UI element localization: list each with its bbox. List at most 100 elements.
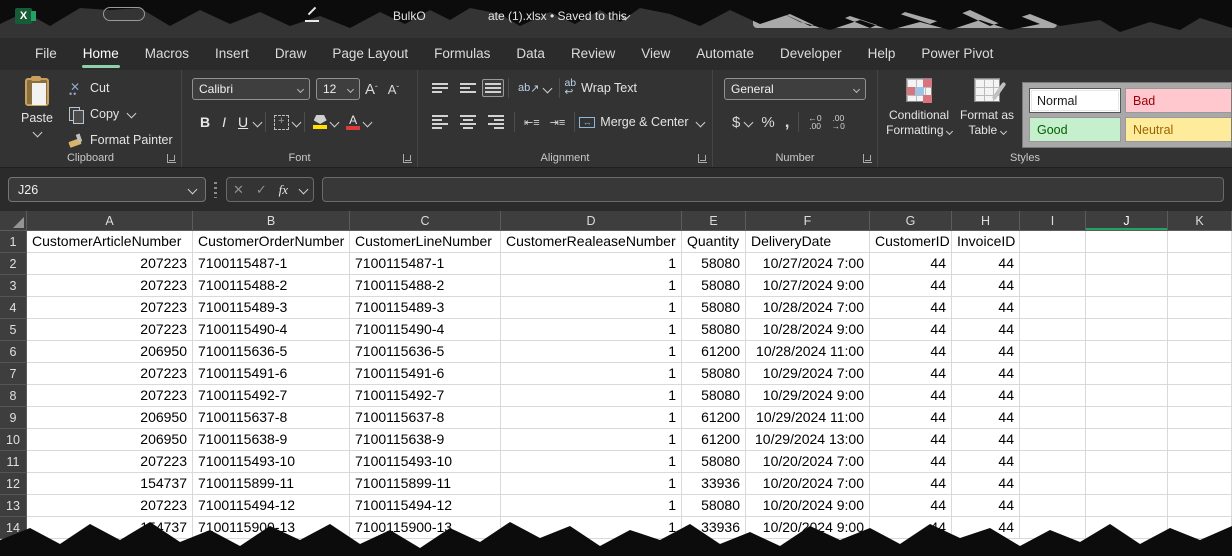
cell-A13[interactable]: 207223 [27,495,193,517]
cell-F14[interactable]: 10/20/2024 9:00 [746,517,870,539]
cell-B4[interactable]: 7100115489-3 [193,297,350,319]
cell-D5[interactable]: 1 [501,319,682,341]
cell-E4[interactable]: 58080 [682,297,746,319]
ribbon-tab-formulas[interactable]: Formulas [421,40,503,69]
paste-chevron-down-icon[interactable] [32,128,42,138]
row-header-3[interactable]: 3 [0,275,27,297]
cell-A7[interactable]: 207223 [27,363,193,385]
cell-J7[interactable] [1086,363,1168,385]
cell-F9[interactable]: 10/29/2024 11:00 [746,407,870,429]
cell-B13[interactable]: 7100115494-12 [193,495,350,517]
cell-D9[interactable]: 1 [501,407,682,429]
fill-color-button[interactable] [313,115,327,129]
underline-button[interactable]: U [238,114,248,130]
cell-B5[interactable]: 7100115490-4 [193,319,350,341]
cell-C10[interactable]: 7100115638-9 [350,429,501,451]
cell-E13[interactable]: 58080 [682,495,746,517]
cell-F7[interactable]: 10/29/2024 7:00 [746,363,870,385]
cell-E10[interactable]: 61200 [682,429,746,451]
align-right-button[interactable] [488,115,504,129]
cell-E8[interactable]: 58080 [682,385,746,407]
cell-D11[interactable]: 1 [501,451,682,473]
cell-I4[interactable] [1020,297,1086,319]
cell-G3[interactable]: 44 [870,275,952,297]
cell-G7[interactable]: 44 [870,363,952,385]
font-color-button[interactable]: A [346,115,360,130]
cell-K10[interactable] [1168,429,1232,451]
cell-B1[interactable]: CustomerOrderNumber [193,231,350,253]
ribbon-tab-developer[interactable]: Developer [767,40,855,69]
cell-D7[interactable]: 1 [501,363,682,385]
fill-color-chevron-down-icon[interactable] [330,117,340,127]
alignment-dialog-launcher[interactable] [698,154,707,163]
cell-H10[interactable]: 44 [952,429,1020,451]
cell-C1[interactable]: CustomerLineNumber [350,231,501,253]
ribbon-tab-home[interactable]: Home [70,40,132,69]
cell-B11[interactable]: 7100115493-10 [193,451,350,473]
increase-indent-button[interactable]: ⇥≡ [550,116,566,129]
cell-H13[interactable]: 44 [952,495,1020,517]
cell-C5[interactable]: 7100115490-4 [350,319,501,341]
row-header-12[interactable]: 12 [0,473,27,495]
column-header-i[interactable]: I [1020,211,1086,231]
cell-C8[interactable]: 7100115492-7 [350,385,501,407]
cell-H8[interactable]: 44 [952,385,1020,407]
column-header-k[interactable]: K [1168,211,1232,231]
cell-H7[interactable]: 44 [952,363,1020,385]
shrink-font-button[interactable]: Aˇ [388,82,399,97]
ribbon-tab-page-layout[interactable]: Page Layout [319,40,421,69]
cell-I1[interactable] [1020,231,1086,253]
cell-F13[interactable]: 10/20/2024 9:00 [746,495,870,517]
font-name-combobox[interactable]: Calibri [192,78,310,100]
cell-H12[interactable]: 44 [952,473,1020,495]
enter-icon[interactable]: ✓ [256,182,267,198]
cell-A3[interactable]: 207223 [27,275,193,297]
borders-chevron-down-icon[interactable] [292,117,302,127]
cell-F5[interactable]: 10/28/2024 9:00 [746,319,870,341]
cell-C4[interactable]: 7100115489-3 [350,297,501,319]
bottom-align-button[interactable] [482,79,504,97]
cell-F11[interactable]: 10/20/2024 7:00 [746,451,870,473]
cell-C7[interactable]: 7100115491-6 [350,363,501,385]
select-all-button[interactable] [0,211,27,231]
comma-style-button[interactable]: , [785,112,790,132]
row-header-13[interactable]: 13 [0,495,27,517]
cell-E1[interactable]: Quantity [682,231,746,253]
cell-F1[interactable]: DeliveryDate [746,231,870,253]
font-color-chevron-down-icon[interactable] [363,117,373,127]
cell-I11[interactable] [1020,451,1086,473]
cell-C11[interactable]: 7100115493-10 [350,451,501,473]
cell-style-normal[interactable]: Normal [1029,88,1121,113]
column-header-b[interactable]: B [193,211,350,231]
cell-G9[interactable]: 44 [870,407,952,429]
column-header-a[interactable]: A [27,211,193,231]
cell-J11[interactable] [1086,451,1168,473]
cell-G11[interactable]: 44 [870,451,952,473]
fx-chevron-down-icon[interactable] [299,185,309,195]
number-format-combobox[interactable]: General [724,78,866,100]
column-header-h[interactable]: H [952,211,1020,231]
cell-K2[interactable] [1168,253,1232,275]
cell-D8[interactable]: 1 [501,385,682,407]
cell-K6[interactable] [1168,341,1232,363]
cell-G13[interactable]: 44 [870,495,952,517]
cell-E3[interactable]: 58080 [682,275,746,297]
cell-A12[interactable]: 154737 [27,473,193,495]
row-header-6[interactable]: 6 [0,341,27,363]
cell-E11[interactable]: 58080 [682,451,746,473]
cut-button[interactable]: Cut [68,78,173,97]
cell-K4[interactable] [1168,297,1232,319]
row-header-4[interactable]: 4 [0,297,27,319]
font-size-combobox[interactable]: 12 [316,78,360,100]
ribbon-tab-macros[interactable]: Macros [132,40,202,69]
ribbon-tab-automate[interactable]: Automate [683,40,767,69]
cell-C13[interactable]: 7100115494-12 [350,495,501,517]
bold-button[interactable]: B [200,114,210,130]
cell-D13[interactable]: 1 [501,495,682,517]
cell-A6[interactable]: 206950 [27,341,193,363]
cell-H9[interactable]: 44 [952,407,1020,429]
cell-J6[interactable] [1086,341,1168,363]
row-header-5[interactable]: 5 [0,319,27,341]
italic-button[interactable]: I [222,114,226,130]
formula-input[interactable] [322,177,1224,202]
